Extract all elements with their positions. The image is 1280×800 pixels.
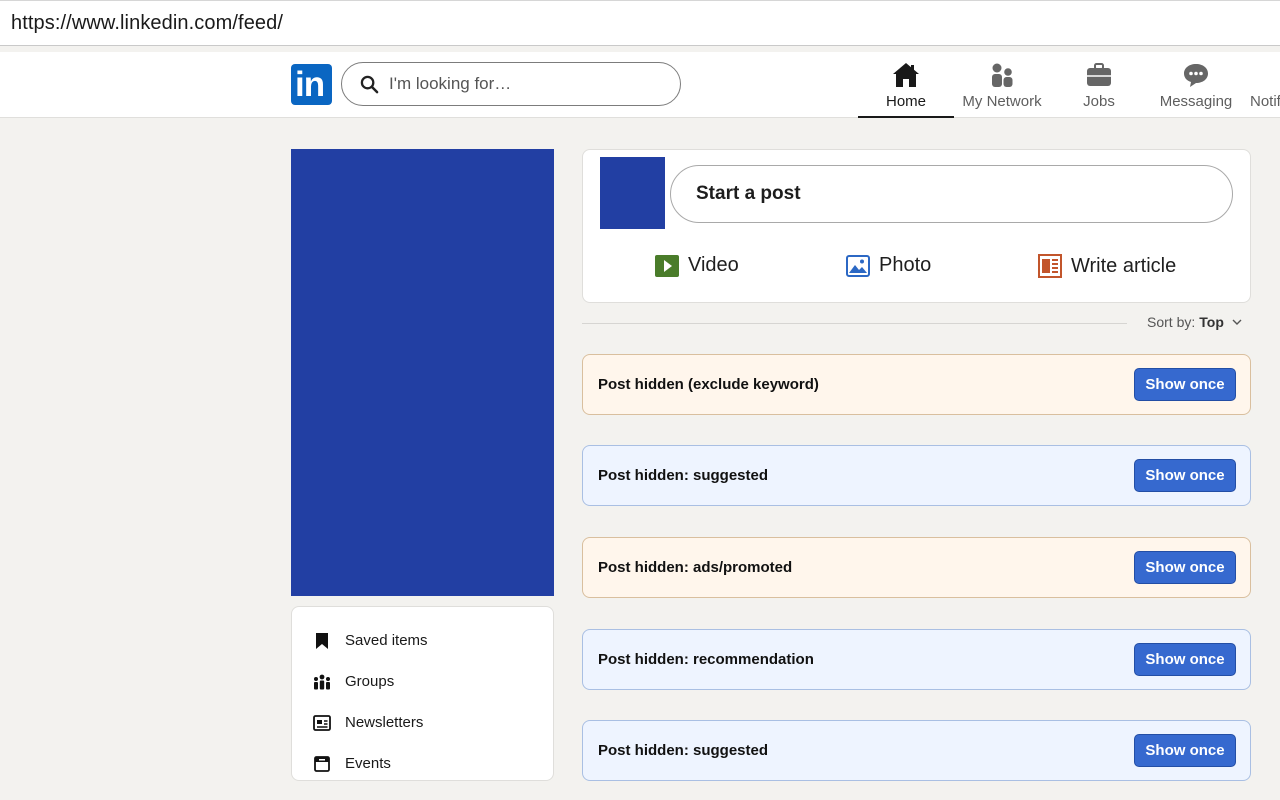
left-link-label: Newsletters	[345, 714, 424, 731]
write-article-label: Write article	[1071, 254, 1177, 277]
photo-label: Photo	[879, 254, 932, 276]
show-once-button[interactable]: Show once	[1134, 551, 1236, 584]
briefcase-icon	[1086, 60, 1112, 90]
left-link-label: Saved items	[345, 632, 428, 649]
profile-card-placeholder	[291, 149, 554, 596]
bell-icon	[1246, 60, 1280, 90]
write-article-button[interactable]: Write article	[1038, 254, 1176, 278]
nav-item-messaging[interactable]: Messaging	[1148, 52, 1244, 118]
hidden-post-notice: Post hidden: recommendation Show once	[582, 629, 1251, 690]
video-label: Video	[688, 254, 739, 276]
hidden-post-text: Post hidden: ads/promoted	[598, 559, 793, 576]
home-icon	[892, 60, 920, 90]
hidden-post-notice: Post hidden (exclude keyword) Show once	[582, 354, 1251, 415]
nav-item-home[interactable]: Home	[858, 52, 954, 118]
start-post-button[interactable]: Start a post	[670, 165, 1233, 223]
left-link-events[interactable]: Events	[292, 743, 553, 784]
left-link-groups[interactable]: Groups	[292, 661, 553, 702]
nav-label-jobs: Jobs	[1083, 93, 1115, 110]
search-box[interactable]	[341, 62, 681, 106]
show-once-button[interactable]: Show once	[1134, 643, 1236, 676]
nav-item-my-network[interactable]: My Network	[954, 52, 1050, 118]
chat-icon	[1182, 60, 1210, 90]
nav-item-notifications[interactable]: Notifi	[1246, 52, 1280, 118]
share-box: Start a post Video Photo Write article	[582, 149, 1251, 303]
hidden-post-text: Post hidden: recommendation	[598, 651, 814, 668]
left-link-newsletters[interactable]: Newsletters	[292, 702, 553, 743]
nav-label-notifications: Notifi	[1250, 93, 1280, 110]
top-nav: in Home My Network	[0, 52, 1280, 118]
bookmark-icon	[313, 632, 331, 650]
photo-icon	[846, 254, 870, 277]
nav-label-home: Home	[885, 93, 926, 110]
hidden-post-notice: Post hidden: suggested Show once	[582, 445, 1251, 506]
left-link-label: Groups	[345, 673, 395, 690]
show-once-button[interactable]: Show once	[1134, 459, 1236, 492]
search-icon	[360, 75, 379, 93]
sort-divider	[582, 323, 1127, 324]
hidden-post-notice: Post hidden: ads/promoted Show once	[582, 537, 1251, 598]
video-button[interactable]: Video	[655, 254, 739, 277]
linkedin-logo[interactable]: in	[291, 64, 332, 105]
hidden-post-text: Post hidden: suggested	[598, 742, 769, 759]
article-icon	[1038, 254, 1062, 278]
groups-icon	[313, 673, 331, 691]
network-icon	[989, 60, 1015, 90]
nav-item-jobs[interactable]: Jobs	[1051, 52, 1147, 118]
left-link-label: Events	[345, 755, 391, 772]
logo-text: in	[295, 65, 325, 104]
sort-value: Top	[1199, 314, 1224, 330]
sort-prefix: Sort by:	[1147, 314, 1196, 330]
left-link-saved-items[interactable]: Saved items	[292, 620, 553, 661]
url-text: https://www.linkedin.com/feed/	[11, 11, 284, 34]
calendar-icon	[313, 755, 331, 773]
photo-button[interactable]: Photo	[846, 254, 931, 277]
show-once-button[interactable]: Show once	[1134, 734, 1236, 767]
avatar[interactable]	[600, 157, 665, 229]
sort-dropdown[interactable]: Sort by: Top	[1147, 314, 1242, 330]
hidden-post-text: Post hidden: suggested	[598, 467, 769, 484]
address-bar[interactable]: https://www.linkedin.com/feed/	[0, 0, 1280, 46]
nav-label-messaging: Messaging	[1159, 93, 1233, 110]
chevron-down-icon	[1232, 319, 1242, 325]
search-input[interactable]	[389, 74, 649, 94]
left-links-card: Saved items Groups Newsletters Events	[291, 606, 554, 781]
nav-label-my-network: My Network	[962, 93, 1042, 110]
show-once-button[interactable]: Show once	[1134, 368, 1236, 401]
hidden-post-text: Post hidden (exclude keyword)	[598, 376, 819, 393]
newsletter-icon	[313, 714, 331, 732]
hidden-post-notice: Post hidden: suggested Show once	[582, 720, 1251, 781]
video-icon	[655, 254, 679, 277]
